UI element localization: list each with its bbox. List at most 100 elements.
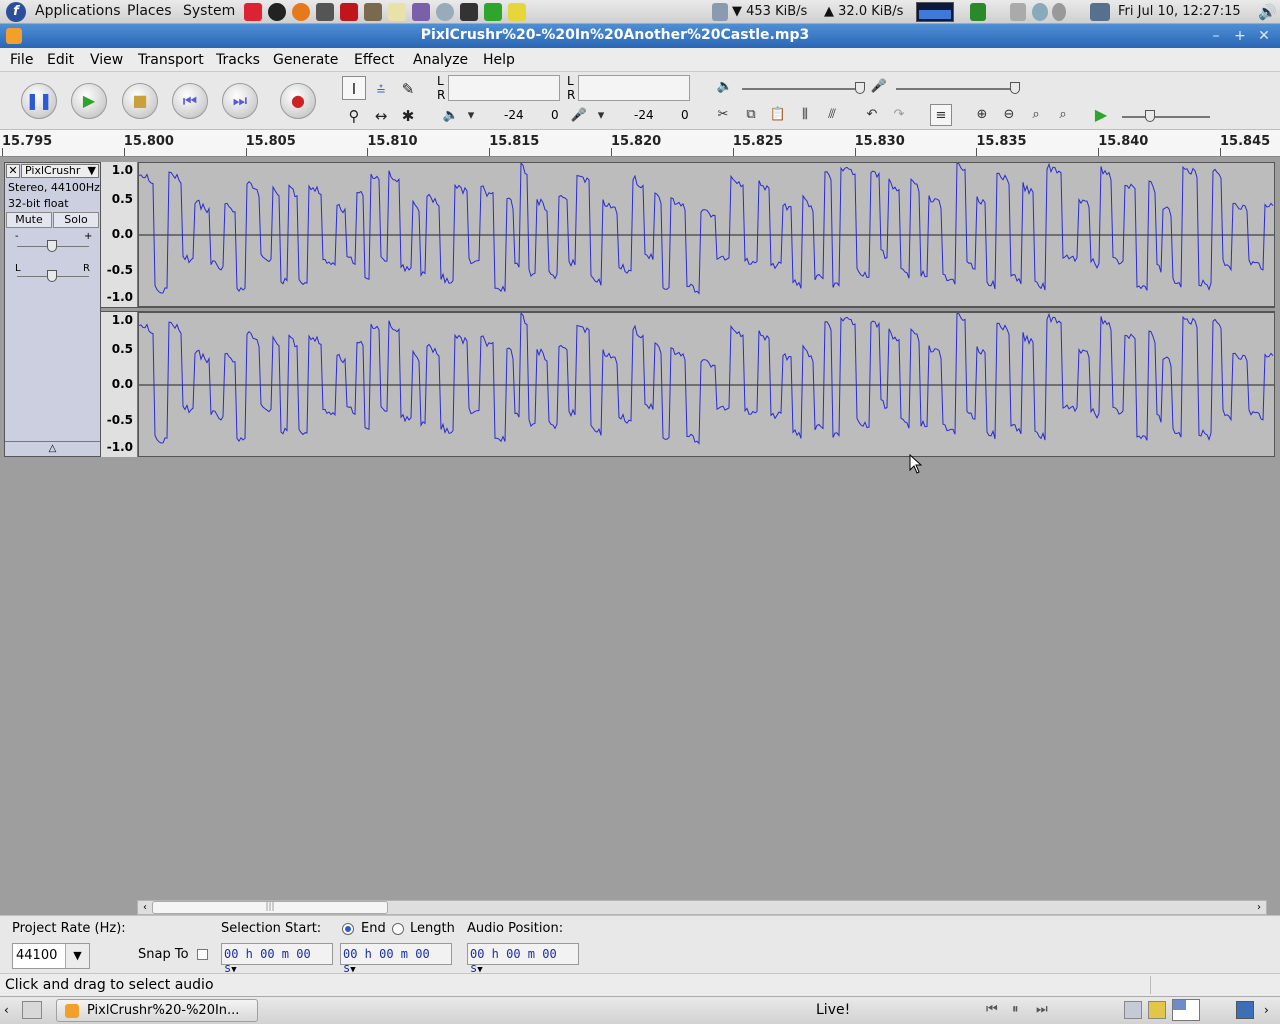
taskbar-left-arrow[interactable]: ‹ (4, 1003, 9, 1017)
close-button[interactable]: ✕ (1256, 28, 1272, 44)
fit-project-icon[interactable]: ⌕ (1052, 104, 1074, 126)
zoom-in-icon[interactable]: ⊕ (971, 104, 993, 126)
microphone-icon[interactable]: 🎤 (568, 105, 590, 127)
input-volume-slider[interactable] (896, 88, 1016, 90)
fedora-logo-icon[interactable]: f (6, 2, 26, 22)
show-desktop-icon[interactable] (22, 1001, 42, 1019)
minimize-button[interactable]: – (1208, 28, 1224, 44)
draw-tool[interactable]: ✎ (396, 76, 420, 100)
tray-app-icon[interactable] (1010, 3, 1026, 21)
selection-tool[interactable]: I (342, 76, 366, 100)
lock-icon[interactable] (1148, 1001, 1166, 1019)
maximize-button[interactable]: + (1232, 28, 1248, 44)
cd-burner-icon[interactable] (436, 3, 454, 21)
mute-button[interactable]: Mute (6, 212, 52, 228)
menu-tracks[interactable]: Tracks (216, 52, 260, 68)
track-name-dropdown[interactable]: PixlCrushr ▼ (21, 164, 99, 178)
tray-docs-icon[interactable] (1124, 1001, 1142, 1019)
system-monitor-graph[interactable] (916, 2, 954, 22)
q-launcher-icon[interactable] (268, 3, 286, 21)
selection-end-timecode[interactable]: 00 h 00 m 00 s▼ (340, 943, 452, 975)
menu-help[interactable]: Help (483, 52, 515, 68)
menu-generate[interactable]: Generate (273, 52, 338, 68)
menu-file[interactable]: File (10, 52, 33, 68)
zoom-tool[interactable]: ⚲ (342, 103, 366, 127)
network-manager-icon[interactable] (1090, 3, 1110, 21)
input-volume-thumb[interactable] (1010, 82, 1020, 94)
filezilla-icon[interactable] (340, 3, 358, 21)
undo-icon[interactable]: ↶ (861, 104, 883, 126)
play-at-speed-icon[interactable]: ▶ (1090, 104, 1112, 126)
skip-to-start-button[interactable]: ⏮ (172, 83, 208, 119)
trash-icon[interactable] (1236, 1001, 1254, 1019)
menu-view[interactable]: View (90, 52, 123, 68)
gain-slider-thumb[interactable] (47, 240, 57, 252)
green-h-icon[interactable] (970, 3, 986, 21)
clock-app-icon[interactable] (1032, 3, 1048, 21)
horizontal-scrollbar[interactable]: ‹ ||| › (137, 900, 1267, 915)
envelope-tool[interactable]: ⩮ (369, 76, 393, 100)
scroll-right-arrow[interactable]: › (1252, 901, 1266, 914)
network-icon[interactable] (712, 3, 728, 21)
terminal-icon[interactable] (460, 3, 478, 21)
solo-button[interactable]: Solo (53, 212, 99, 228)
timeshift-tool[interactable]: ↔ (369, 103, 393, 127)
speaker-icon[interactable]: 🔈 (440, 105, 462, 127)
record-meter-dropdown[interactable]: ▾ (590, 105, 612, 127)
project-rate-combo[interactable]: 44100 ▼ (12, 943, 90, 969)
menu-analyze[interactable]: Analyze (413, 52, 468, 68)
pan-slider-thumb[interactable] (47, 270, 57, 282)
record-button[interactable]: ● (280, 83, 316, 119)
output-volume-thumb[interactable] (855, 82, 865, 94)
imdb-launcher-icon[interactable] (244, 3, 262, 21)
menu-transport[interactable]: Transport (138, 52, 204, 68)
system-menu[interactable]: System (183, 3, 235, 19)
silence-icon[interactable]: ⫻ (821, 104, 843, 126)
end-radio[interactable] (342, 923, 354, 935)
timeline-ruler[interactable]: 15.795 15.800 15.805 15.810 15.815 15.820 15.8… (0, 130, 1280, 157)
taskbar-right-arrow[interactable]: › (1264, 1003, 1269, 1017)
collapse-track-button[interactable]: △ (5, 441, 100, 455)
multi-tool[interactable]: ✱ (396, 103, 420, 127)
media-prev-icon[interactable]: ⏮ (986, 1002, 998, 1017)
play-speed-thumb[interactable] (1145, 110, 1155, 122)
cut-icon[interactable]: ✂ (712, 104, 734, 126)
volume-icon[interactable]: 🔊 (1258, 3, 1277, 21)
firefox-icon[interactable] (292, 3, 310, 21)
play-button[interactable]: ▶ (71, 83, 107, 119)
copy-icon[interactable]: ⧉ (740, 104, 762, 126)
audio-position-timecode[interactable]: 00 h 00 m 00 s▼ (467, 943, 579, 975)
selection-start-timecode[interactable]: 00 h 00 m 00 s▼ (221, 943, 333, 975)
stop-button[interactable]: ■ (122, 83, 158, 119)
track-close-button[interactable]: ✕ (6, 164, 20, 178)
length-radio[interactable] (392, 923, 404, 935)
scroll-left-arrow[interactable]: ‹ (138, 901, 152, 914)
taskbar-task-audacity[interactable]: PixlCrushr%20-%20In... (56, 999, 258, 1022)
pause-button[interactable]: ❚❚ (21, 83, 57, 119)
menu-effect[interactable]: Effect (354, 52, 394, 68)
notes-icon[interactable] (508, 3, 526, 21)
redo-icon[interactable]: ↷ (888, 104, 910, 126)
places-menu[interactable]: Places (127, 3, 172, 19)
play-speed-slider[interactable] (1122, 116, 1210, 118)
paste-icon[interactable]: 📋 (767, 104, 789, 126)
playback-level-meter[interactable] (448, 75, 560, 101)
media-next-icon[interactable]: ⏭ (1036, 1002, 1048, 1017)
waveform-right-channel[interactable] (138, 311, 1275, 457)
media-pause-icon[interactable]: ⏸ (1012, 1002, 1019, 1017)
waveform-left-channel[interactable] (138, 161, 1275, 307)
update-icon[interactable] (1052, 3, 1066, 21)
utorrent-icon[interactable] (484, 3, 502, 21)
gimp-icon[interactable] (364, 3, 382, 21)
applications-menu[interactable]: Applications (35, 3, 121, 19)
trim-icon[interactable]: ⫼ (794, 104, 816, 126)
menu-edit[interactable]: Edit (47, 52, 74, 68)
output-volume-slider[interactable] (742, 88, 862, 90)
snap-to-checkbox[interactable] (197, 949, 208, 960)
fit-selection-icon[interactable]: ⌕ (1025, 104, 1047, 126)
workspace-switcher[interactable] (1172, 999, 1200, 1021)
text-editor-icon[interactable] (388, 3, 406, 21)
clock[interactable]: Fri Jul 10, 12:27:15 (1118, 4, 1241, 19)
record-level-meter[interactable] (578, 75, 690, 101)
zoom-out-icon[interactable]: ⊖ (998, 104, 1020, 126)
